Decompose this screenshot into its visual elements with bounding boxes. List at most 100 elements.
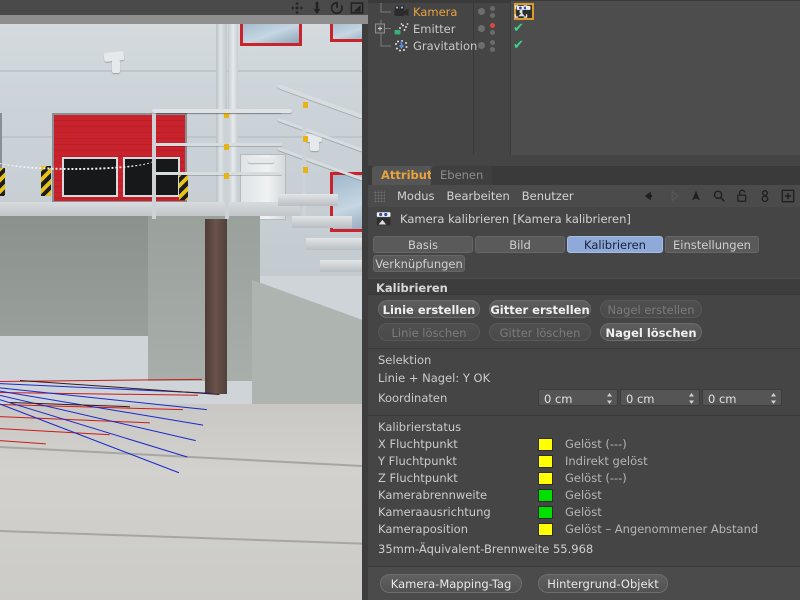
visibility-dots[interactable]: [473, 5, 513, 18]
dolly-camera-icon[interactable]: [310, 1, 324, 15]
tab-verknuepfungen[interactable]: Verknüpfungen: [373, 255, 465, 272]
object-label[interactable]: Kamera: [413, 5, 457, 19]
tab-bild[interactable]: Bild: [475, 236, 565, 253]
railing-post: [225, 109, 229, 219]
hazard-stripe: [0, 168, 5, 196]
stair-step: [320, 260, 362, 272]
right-dock: Kamera Emitter ✔ Gravitation ✔ Attribute…: [368, 0, 800, 600]
status-label: Kamerabrennweite: [378, 488, 488, 502]
enable-dot[interactable]: [478, 42, 485, 49]
create-grid-button[interactable]: Gitter erstellen: [489, 300, 591, 318]
status-label: Z Fluchtpunkt: [378, 471, 458, 485]
visibility-dots[interactable]: [473, 39, 513, 52]
status-row-focal-length: Kamerabrennweite Gelöst: [368, 485, 800, 502]
rotate-camera-icon[interactable]: [330, 1, 344, 15]
railing-clip: [224, 173, 229, 179]
enable-dot[interactable]: [478, 8, 485, 15]
attribute-content: Kalibrieren Linie erstellen Gitter erste…: [368, 278, 800, 566]
navigate-forward-icon: [671, 190, 680, 202]
status-color-swatch: [538, 437, 553, 451]
attribute-object-title: Kamera kalibrieren [Kamera kalibrieren]: [368, 207, 800, 231]
visibility-dot-stack[interactable]: [490, 39, 495, 52]
window: [330, 24, 362, 42]
frame-marker-icon[interactable]: [513, 5, 529, 18]
stair-step: [306, 238, 362, 250]
delete-pin-button[interactable]: Nagel löschen: [600, 323, 702, 341]
object-name-cell[interactable]: Kamera: [368, 3, 473, 20]
menu-modus[interactable]: Modus: [397, 189, 435, 203]
object-label[interactable]: Emitter: [413, 22, 456, 36]
selection-header: Selektion: [378, 353, 432, 367]
editor-visibility-dot[interactable]: [490, 39, 495, 45]
object-name-cell[interactable]: Emitter: [368, 20, 473, 37]
editor-visibility-dot[interactable]: [490, 5, 495, 11]
enabled-check-icon[interactable]: ✔: [513, 39, 529, 52]
viewport-panel[interactable]: [0, 0, 368, 600]
coordinate-x-field[interactable]: 0 cm: [538, 389, 618, 406]
enabled-check-icon[interactable]: ✔: [513, 22, 529, 35]
status-color-swatch: [538, 522, 553, 536]
maximize-view-icon[interactable]: [350, 1, 364, 15]
coordinate-x-value: 0 cm: [544, 392, 573, 406]
status-value: Gelöst – Angenommener Abstand: [565, 522, 759, 536]
panel-tab-strip: Attribute Ebenen: [368, 166, 800, 185]
railing-clip: [224, 144, 229, 150]
viewport-toolbar: [0, 0, 368, 15]
visibility-dot-stack[interactable]: [490, 22, 495, 35]
stepper-icon[interactable]: [688, 393, 695, 404]
status-label: X Fluchtpunkt: [378, 437, 458, 451]
menu-benutzer[interactable]: Benutzer: [522, 189, 574, 203]
render-visibility-dot[interactable]: [490, 12, 495, 18]
add-panel-icon[interactable]: [781, 189, 795, 203]
unlock-icon[interactable]: [735, 189, 749, 203]
equivalent-focal-length-text: 35mm-Äquivalent-Brennweite 55.968: [378, 542, 594, 556]
attribute-toolbar-icons: [643, 185, 795, 207]
render-visibility-dot[interactable]: [490, 29, 495, 35]
coordinate-y-field[interactable]: 0 cm: [620, 389, 700, 406]
background-object-button[interactable]: Hintergrund-Objekt: [538, 574, 668, 593]
selection-status-text: Linie + Nagel: Y OK: [378, 371, 491, 385]
coordinate-z-field[interactable]: 0 cm: [702, 389, 782, 406]
door-handle-bar: [248, 158, 274, 163]
visibility-dots[interactable]: [473, 22, 513, 35]
search-icon[interactable]: [712, 189, 726, 203]
object-row-gravitation[interactable]: Gravitation ✔: [368, 37, 800, 54]
navigate-up-icon[interactable]: [689, 189, 703, 203]
tab-ebenen[interactable]: Ebenen: [431, 166, 493, 185]
railing-handrail: [152, 109, 292, 113]
menu-bearbeiten[interactable]: Bearbeiten: [447, 189, 510, 203]
object-manager[interactable]: Kamera Emitter ✔ Gravitation ✔: [368, 0, 800, 155]
object-row-emitter[interactable]: Emitter ✔: [368, 20, 800, 37]
tab-einstellungen[interactable]: Einstellungen: [665, 236, 759, 253]
tree-expand-icon[interactable]: [373, 20, 395, 37]
coordinate-z-value: 0 cm: [708, 392, 737, 406]
tab-basis[interactable]: Basis: [373, 236, 473, 253]
stepper-icon[interactable]: [770, 393, 777, 404]
object-name-cell[interactable]: Gravitation: [368, 37, 477, 54]
object-title-text: Kamera kalibrieren [Kamera kalibrieren]: [400, 212, 631, 226]
drag-grip-icon[interactable]: [374, 190, 385, 202]
status-value: Gelöst: [565, 505, 602, 519]
tree-branch-icon: [380, 37, 391, 47]
status-label: Kameraposition: [378, 522, 468, 536]
camera-mapping-tag-button[interactable]: Kamera-Mapping-Tag: [380, 574, 522, 593]
tab-kalibrieren[interactable]: Kalibrieren: [567, 236, 663, 253]
stepper-icon[interactable]: [606, 393, 613, 404]
object-label[interactable]: Gravitation: [413, 39, 477, 53]
visibility-dot-stack[interactable]: [490, 5, 495, 18]
link-chain-icon[interactable]: [758, 189, 772, 203]
delete-grid-button: Gitter löschen: [489, 323, 591, 341]
enable-dot[interactable]: [478, 25, 485, 32]
create-line-button[interactable]: Linie erstellen: [378, 300, 480, 318]
navigate-back-icon[interactable]: [643, 189, 657, 203]
editor-visibility-dot[interactable]: [490, 22, 495, 28]
object-row-kamera[interactable]: Kamera: [368, 3, 800, 20]
railing-post: [152, 109, 156, 219]
move-camera-icon[interactable]: [290, 1, 304, 15]
status-row-z-vanishing-point: Z Fluchtpunkt Gelöst (---): [368, 468, 800, 485]
calibration-status-header: Kalibrierstatus: [378, 420, 462, 434]
status-row-y-vanishing-point: Y Fluchtpunkt Indirekt gelöst: [368, 451, 800, 468]
status-row-position: Kameraposition Gelöst – Angenommener Abs…: [368, 519, 800, 536]
render-visibility-dot[interactable]: [490, 46, 495, 52]
railing-clip: [303, 136, 308, 142]
